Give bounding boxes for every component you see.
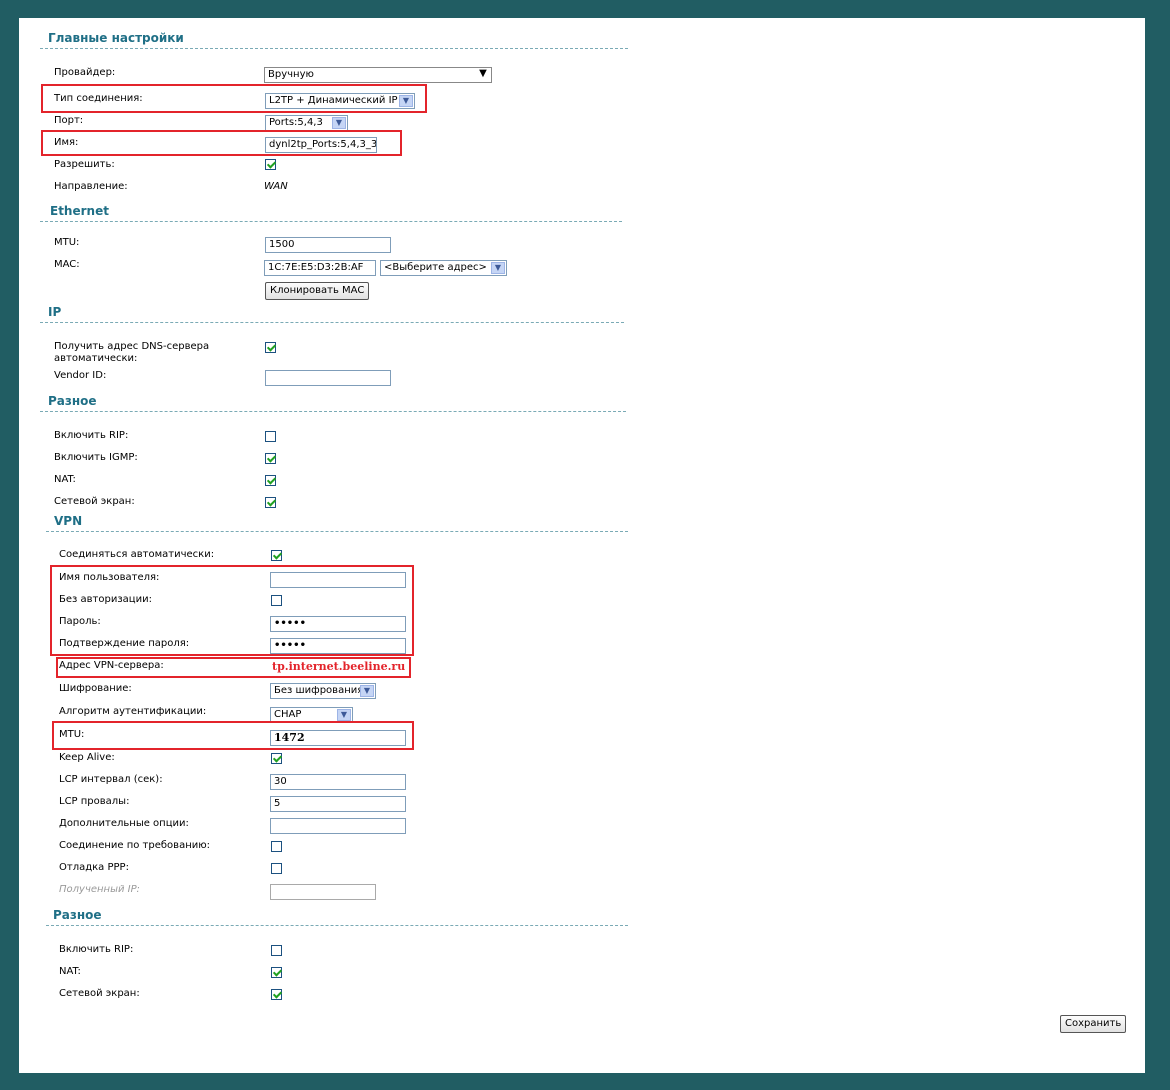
lcp-failures-label: LCP провалы: (59, 796, 130, 807)
highlight-vpn-server (56, 657, 411, 678)
lcp-interval-label: LCP интервал (сек): (59, 774, 163, 785)
eth-mtu-label: MTU: (54, 237, 80, 248)
dns-label-line2: автоматически: (54, 353, 138, 364)
section-divider (46, 531, 628, 532)
chevron-down-icon: ▼ (360, 685, 374, 697)
section-divider (40, 48, 628, 49)
firewall-label: Сетевой экран: (54, 496, 135, 507)
vpn-nat-checkbox[interactable] (271, 967, 282, 978)
provider-value: Вручную (268, 69, 314, 80)
section-title-ethernet: Ethernet (50, 204, 109, 218)
ppp-debug-checkbox[interactable] (271, 863, 282, 874)
rip-checkbox[interactable] (265, 431, 276, 442)
igmp-checkbox[interactable] (265, 453, 276, 464)
section-title-main: Главные настройки (48, 31, 184, 45)
save-button[interactable]: Сохранить (1060, 1015, 1127, 1033)
received-ip-input (270, 884, 376, 900)
clone-mac-button[interactable]: Клонировать MAC (265, 282, 370, 300)
keepalive-checkbox[interactable] (271, 753, 282, 764)
extra-options-input[interactable] (270, 818, 406, 834)
provider-label: Провайдер: (54, 67, 116, 78)
vendor-id-input[interactable] (265, 370, 391, 386)
vpn-rip-label: Включить RIP: (59, 944, 134, 955)
direction-label: Направление: (54, 181, 128, 192)
vpn-nat-label: NAT: (59, 966, 81, 977)
lcp-failures-input[interactable]: 5 (270, 796, 406, 812)
vpn-auto-label: Соединяться автоматически: (59, 549, 215, 560)
highlight-connection-type (41, 84, 427, 113)
direction-value: WAN (264, 181, 288, 192)
vpn-auth-value: CHAP (274, 709, 302, 720)
vpn-auto-checkbox[interactable] (271, 550, 282, 561)
vpn-auth-label: Алгоритм аутентификации: (59, 706, 207, 717)
triangle-down-icon: ▼ (479, 68, 487, 79)
on-demand-checkbox[interactable] (271, 841, 282, 852)
highlight-vpn-mtu (52, 721, 414, 750)
port-value: Ports:5,4,3 (269, 117, 323, 128)
mac-select-value: <Выберите адрес> (384, 262, 487, 273)
highlight-name (41, 130, 402, 156)
extra-options-label: Дополнительные опции: (59, 818, 189, 829)
highlight-credentials (50, 565, 414, 656)
vpn-encryption-select[interactable]: Без шифрования ▼ (270, 683, 376, 699)
received-ip-label: Полученный IP: (59, 884, 140, 895)
nat-label: NAT: (54, 474, 76, 485)
section-title-ip: IP (48, 305, 62, 319)
allow-label: Разрешить: (54, 159, 115, 170)
section-divider (40, 322, 624, 323)
chevron-down-icon: ▼ (491, 262, 505, 274)
section-divider (46, 925, 628, 926)
mac-label: MAC: (54, 259, 80, 270)
section-divider (40, 221, 622, 222)
mac-input[interactable]: 1C:7E:E5:D3:2B:AF (264, 260, 376, 276)
port-select[interactable]: Ports:5,4,3 ▼ (265, 115, 348, 131)
ppp-debug-label: Отладка PPP: (59, 862, 129, 873)
mac-address-select[interactable]: <Выберите адрес> ▼ (380, 260, 507, 276)
vpn-encryption-value: Без шифрования (274, 685, 364, 696)
rip-label: Включить RIP: (54, 430, 129, 441)
eth-mtu-input[interactable]: 1500 (265, 237, 391, 253)
section-title-misc-vpn: Разное (53, 908, 102, 922)
vendor-id-label: Vendor ID: (54, 370, 107, 381)
vpn-firewall-label: Сетевой экран: (59, 988, 140, 999)
section-title-misc: Разное (48, 394, 97, 408)
allow-checkbox[interactable] (265, 159, 276, 170)
firewall-checkbox[interactable] (265, 497, 276, 508)
dns-label-line1: Получить адрес DNS-сервера (54, 341, 210, 352)
chevron-down-icon: ▼ (337, 709, 351, 721)
provider-select[interactable]: Вручную ▼ (264, 67, 492, 83)
section-divider (40, 411, 626, 412)
dns-auto-checkbox[interactable] (265, 342, 276, 353)
lcp-interval-input[interactable]: 30 (270, 774, 406, 790)
section-title-vpn: VPN (54, 514, 83, 528)
on-demand-label: Соединение по требованию: (59, 840, 211, 851)
nat-checkbox[interactable] (265, 475, 276, 486)
chevron-down-icon: ▼ (332, 117, 346, 129)
settings-page: Главные настройки Провайдер: Вручную ▼ Т… (19, 18, 1145, 1073)
vpn-firewall-checkbox[interactable] (271, 989, 282, 1000)
keepalive-label: Keep Alive: (59, 752, 115, 763)
port-label: Порт: (54, 115, 84, 126)
igmp-label: Включить IGMP: (54, 452, 138, 463)
vpn-encryption-label: Шифрование: (59, 683, 132, 694)
vpn-rip-checkbox[interactable] (271, 945, 282, 956)
